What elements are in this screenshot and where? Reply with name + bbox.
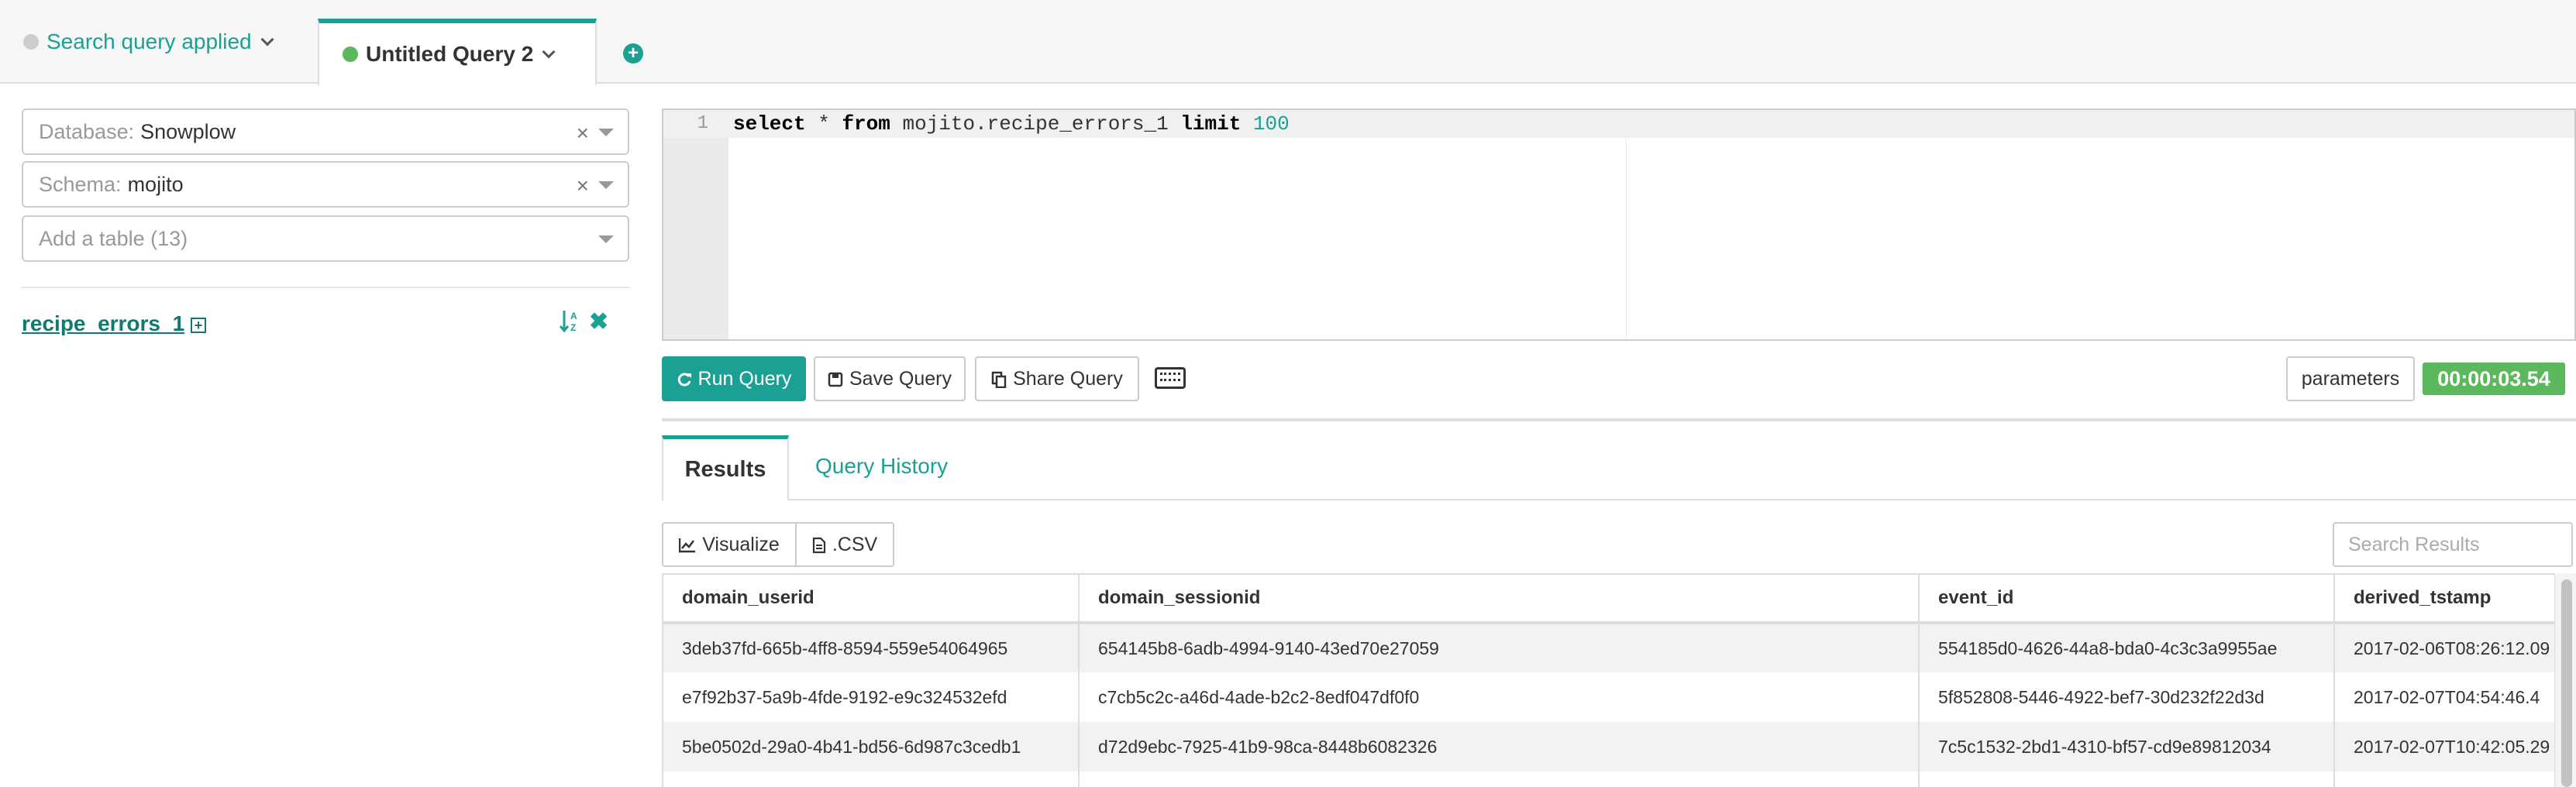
table-header-row: domain_userid domain_sessionid event_id … xyxy=(663,575,2554,624)
sql-code[interactable]: select * from mojito.recipe_errors_1 lim… xyxy=(733,110,1290,138)
caret-down-icon[interactable] xyxy=(598,129,614,136)
floppy-disk-icon xyxy=(828,368,843,390)
parameters-button[interactable]: parameters xyxy=(2286,356,2415,401)
sql-keyword: select xyxy=(733,112,806,136)
keyboard-icon[interactable] xyxy=(1155,367,1186,389)
sql-text: mojito.recipe_errors_1 xyxy=(890,112,1181,136)
table-row: e7f92b37-5a9b-4fde-9192-e9c324532efd c7c… xyxy=(663,672,2554,722)
remove-table-icon[interactable]: ✖ xyxy=(589,308,608,335)
parameters-label: parameters xyxy=(2301,367,2400,390)
sql-keyword: limit xyxy=(1180,112,1242,136)
add-tab-icon[interactable]: + xyxy=(623,43,643,64)
column-header[interactable]: event_id xyxy=(1919,575,2335,624)
search-results-input[interactable] xyxy=(2333,522,2573,567)
database-select[interactable]: Database: Snowplow × xyxy=(22,108,629,155)
sql-keyword: from xyxy=(842,112,890,136)
sidebar-divider xyxy=(22,287,629,288)
sql-editor[interactable]: 1 select * from mojito.recipe_errors_1 l… xyxy=(662,108,2576,341)
vertical-scrollbar[interactable] xyxy=(2554,573,2576,787)
caret-down-icon[interactable] xyxy=(598,181,614,189)
line-number: 1 xyxy=(697,113,708,134)
svg-text:Z: Z xyxy=(570,322,576,333)
save-query-button[interactable]: Save Query xyxy=(814,356,966,401)
selected-table-link[interactable]: recipe_errors_1 xyxy=(22,311,184,336)
svg-text:A: A xyxy=(570,311,577,321)
visualize-button[interactable]: Visualize xyxy=(662,522,797,567)
schema-select[interactable]: Schema: mojito × xyxy=(22,161,629,208)
table-cell: 3deb37fd-665b-4ff8-8594-559e54064965 xyxy=(663,623,1080,672)
table-cell: 2017-02-07T04:54:46.4 xyxy=(2334,672,2554,722)
sql-text: * xyxy=(805,112,842,136)
query-tab-untitled-2[interactable]: Untitled Query 2 xyxy=(318,19,597,85)
run-query-button[interactable]: Run Query xyxy=(662,356,806,401)
csv-label: .CSV xyxy=(832,533,878,555)
schema-select-label: Schema: xyxy=(39,172,122,196)
table-cell: 5f852808-5446-4922-bef7-30d232f22d3d xyxy=(1919,672,2335,722)
status-dot-icon xyxy=(343,46,358,62)
query-timer-badge: 00:00:03.54 xyxy=(2423,363,2565,395)
add-table-select[interactable]: Add a table (13) xyxy=(22,215,629,262)
table-row: 5be0502d-29a0-4b41-bd56-6d987c3cedb1 d72… xyxy=(663,722,2554,772)
table-cell xyxy=(1919,772,2335,787)
csv-export-button[interactable]: .CSV xyxy=(795,522,894,567)
sort-alpha-icon[interactable]: AZ xyxy=(560,308,581,334)
column-header[interactable]: domain_sessionid xyxy=(1079,575,1920,624)
table-cell: 654145b8-6adb-4994-9140-43ed70e27059 xyxy=(1079,623,1920,672)
caret-down-icon[interactable] xyxy=(598,235,614,243)
table-cell xyxy=(663,772,1080,787)
file-icon xyxy=(812,534,826,556)
scrollbar-thumb[interactable] xyxy=(2561,579,2572,787)
clear-icon[interactable]: × xyxy=(577,174,589,198)
editor-gutter xyxy=(663,110,728,339)
table-cell: d72d9ebc-7925-41b9-98ca-8448b6082326 xyxy=(1079,722,1920,772)
query-tab-search-applied[interactable]: Search query applied xyxy=(23,0,274,84)
visualize-label: Visualize xyxy=(702,533,780,555)
query-tab-bar: Search query applied Untitled Query 2 + xyxy=(0,0,2576,85)
query-tab-label: Untitled Query 2 xyxy=(366,42,534,66)
table-cell xyxy=(1079,772,1920,787)
table-cell xyxy=(2334,772,2554,787)
table-cell: 5be0502d-29a0-4b41-bd56-6d987c3cedb1 xyxy=(663,722,1080,772)
table-cell: e7f92b37-5a9b-4fde-9192-e9c324532efd xyxy=(663,672,1080,722)
table-row xyxy=(663,772,2554,787)
database-select-label: Database: xyxy=(39,119,135,143)
table-cell: 7c5c1532-2bd1-4310-bf57-cd9e89812034 xyxy=(1919,722,2335,772)
table-cell: 2017-02-07T10:42:05.29 xyxy=(2334,722,2554,772)
copy-icon xyxy=(991,368,1007,390)
table-cell: 554185d0-4626-44a8-bda0-4c3c3a9955ae xyxy=(1919,623,2335,672)
line-chart-icon xyxy=(679,534,696,556)
expand-plus-icon[interactable]: + xyxy=(191,318,206,333)
table-cell: c7cb5c2c-a46d-4ade-b2c2-8edf047df0f0 xyxy=(1079,672,1920,722)
column-header[interactable]: derived_tstamp xyxy=(2334,575,2554,624)
share-query-label: Share Query xyxy=(1013,367,1123,390)
table-cell: 2017-02-06T08:26:12.09 xyxy=(2334,623,2554,672)
status-dot-icon xyxy=(23,34,39,50)
print-margin-line xyxy=(1626,138,1627,339)
tab-underline xyxy=(789,499,2576,500)
save-query-label: Save Query xyxy=(849,367,952,390)
table-row: 3deb37fd-665b-4ff8-8594-559e54064965 654… xyxy=(663,623,2554,672)
results-table: domain_userid domain_sessionid event_id … xyxy=(663,575,2554,787)
database-select-value: Snowplow xyxy=(140,119,236,143)
clear-icon[interactable]: × xyxy=(577,121,589,146)
query-tab-label: Search query applied xyxy=(46,29,252,53)
tab-results[interactable]: Results xyxy=(662,435,789,500)
schema-select-value: mojito xyxy=(127,172,184,196)
chevron-down-icon[interactable] xyxy=(260,33,274,46)
share-query-button[interactable]: Share Query xyxy=(975,356,1139,401)
column-header[interactable]: domain_userid xyxy=(663,575,1080,624)
add-table-placeholder: Add a table (13) xyxy=(39,226,188,250)
chevron-down-icon[interactable] xyxy=(542,45,556,59)
results-divider xyxy=(662,418,2576,421)
results-table-container: domain_userid domain_sessionid event_id … xyxy=(662,573,2554,787)
tab-query-history[interactable]: Query History xyxy=(815,454,948,479)
tab-results-label: Results xyxy=(684,457,766,482)
sql-number: 100 xyxy=(1252,112,1290,136)
run-query-label: Run Query xyxy=(697,367,792,390)
refresh-icon xyxy=(677,368,692,390)
